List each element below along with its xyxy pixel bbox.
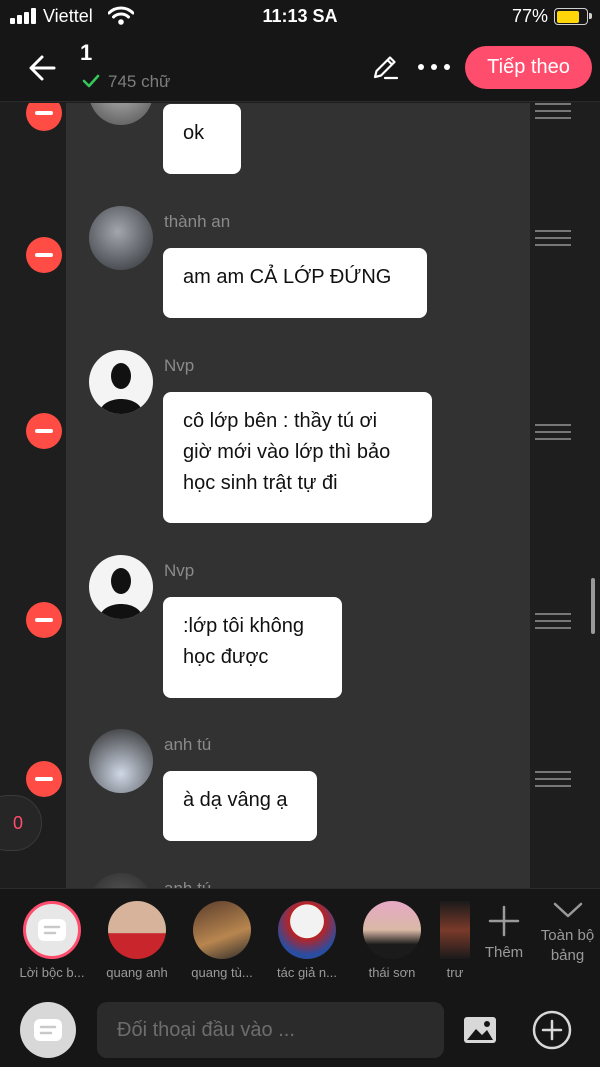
sender-name: anh tú [164,879,211,888]
add-circle-icon[interactable] [532,1010,572,1050]
remove-message-button[interactable] [26,237,62,273]
input-bar: Đối thoại đầu vào ... [0,988,600,1067]
add-label: Thêm [484,944,524,961]
drag-handle-icon[interactable] [535,230,571,246]
avatar [89,729,153,793]
avatar [89,206,153,270]
character-name: quang tù... [191,965,253,980]
character-name: Lời bộc b... [19,965,85,980]
sender-name: anh tú [164,735,212,754]
add-character-button[interactable]: Thêm [478,903,530,961]
remove-message-button[interactable] [26,602,62,638]
avatar [89,350,153,414]
character-name: thái sơn [368,965,416,980]
image-icon[interactable] [462,1014,498,1046]
chapter-title: 1 [80,40,93,65]
battery-percent: 77% [511,6,548,26]
word-count: 745 chữ [82,72,170,92]
more-icon[interactable] [414,52,454,82]
remove-message-button[interactable] [26,413,62,449]
avatar [363,901,421,959]
character-item[interactable]: thái sơn [352,901,432,980]
character-item[interactable]: quang anh [97,901,177,980]
avatar [89,555,153,619]
word-count-label: 745 chữ [108,72,171,91]
dialogue-input[interactable]: Đối thoại đầu vào ... [97,1002,444,1058]
avatar [440,901,470,959]
sender-name: Nvp [164,561,195,580]
message-bubble[interactable]: am am CẢ LỚP ĐỨNG [163,248,427,318]
character-item[interactable]: quang tù... [182,901,262,980]
chevron-down-icon [553,902,582,918]
sender-name: thành an [164,212,231,231]
message-bubble[interactable]: cô lớp bên : thầy tú ơi giờ mới vào lớp … [163,392,432,523]
character-strip[interactable]: Lời bộc b... quang anh quang tù... tác g… [0,888,600,988]
pencil-icon[interactable] [370,52,400,82]
message-bubble[interactable]: ok [163,104,241,174]
narration-toggle-button[interactable] [20,1002,76,1058]
back-arrow-icon[interactable] [24,48,64,88]
sender-name: Nvp [164,356,195,375]
avatar [193,901,251,959]
character-item[interactable]: tác giả n... [267,901,347,980]
all-table-button[interactable]: Toàn bộ bảng [535,899,600,966]
avatar [108,901,166,959]
character-name: tác giả n... [277,965,337,980]
drag-handle-icon[interactable] [535,613,571,629]
character-name: quang anh [106,965,168,980]
chat-area[interactable]: ok thành an am am CẢ LỚP ĐỨNG Nvp cô lớp… [0,103,600,888]
counter-badge[interactable]: 0 [0,795,42,851]
status-bar: Viettel 11:13 SA 77% [0,0,600,34]
editor-header: 1 745 chữ Tiếp theo [0,34,600,102]
scrollbar[interactable] [591,578,595,634]
clock: 11:13 SA [262,6,338,26]
plus-icon [488,905,520,937]
message-bubble[interactable]: à dạ vâng ạ [163,771,317,841]
drag-handle-icon[interactable] [535,103,571,119]
drag-handle-icon[interactable] [535,771,571,787]
all-table-label: Toàn bộ bảng [540,927,595,964]
character-name: trư [446,965,464,980]
remove-message-button[interactable] [26,103,62,131]
next-button[interactable]: Tiếp theo [465,46,592,89]
drag-handle-icon[interactable] [535,424,571,440]
battery-icon [554,8,592,25]
avatar [278,901,336,959]
narration-icon [34,1019,62,1041]
check-icon [82,74,100,88]
character-item[interactable]: trư [437,901,473,980]
character-narration[interactable]: Lời bộc b... [12,901,92,980]
remove-message-button[interactable] [26,761,62,797]
message-bubble[interactable]: :lớp tôi không học được [163,597,342,698]
narration-icon [23,901,81,959]
